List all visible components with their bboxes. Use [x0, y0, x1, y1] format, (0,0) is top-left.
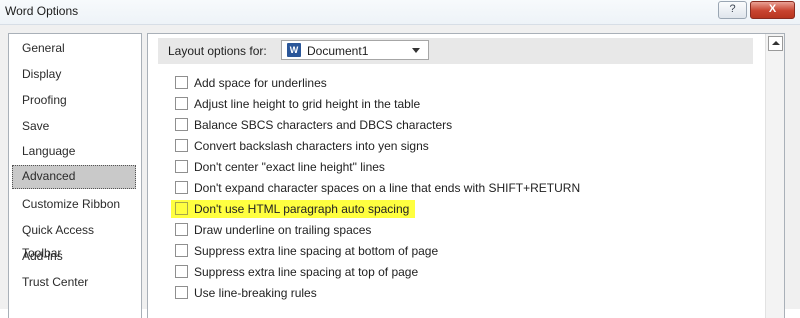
checkbox[interactable]	[175, 118, 188, 131]
sidebar-item-language[interactable]: Language	[12, 140, 136, 164]
sidebar-item-proofing[interactable]: Proofing	[12, 89, 136, 113]
checkbox[interactable]	[175, 244, 188, 257]
checkbox[interactable]	[175, 223, 188, 236]
option-dont-expand-character-spaces[interactable]: Don't expand character spaces on a line …	[175, 179, 580, 197]
checkbox[interactable]	[175, 76, 188, 89]
sidebar-item-add-ins[interactable]: Add-ins	[12, 245, 136, 269]
help-button[interactable]: ?	[718, 1, 747, 19]
sidebar-item-customize-ribbon[interactable]: Customize Ribbon	[12, 193, 136, 217]
window-title: Word Options	[5, 4, 79, 18]
options-sidebar: General Display Proofing Save Language A…	[8, 33, 142, 318]
sidebar-item-display[interactable]: Display	[12, 63, 136, 87]
sidebar-item-general[interactable]: General	[12, 37, 136, 61]
option-dont-center-exact-line-height[interactable]: Don't center "exact line height" lines	[175, 158, 385, 176]
document-name: Document1	[307, 44, 369, 58]
word-document-icon: W	[287, 43, 301, 57]
sidebar-item-quick-access-toolbar[interactable]: Quick Access Toolbar	[12, 219, 136, 260]
vertical-scrollbar[interactable]	[765, 34, 784, 318]
sidebar-item-advanced[interactable]: Advanced	[12, 165, 136, 189]
sidebar-item-save[interactable]: Save	[12, 115, 136, 139]
option-convert-backslash[interactable]: Convert backslash characters into yen si…	[175, 137, 429, 155]
option-use-line-breaking-rules[interactable]: Use line-breaking rules	[175, 284, 317, 302]
option-suppress-spacing-top[interactable]: Suppress extra line spacing at top of pa…	[175, 263, 418, 281]
chevron-down-icon	[412, 48, 420, 53]
checkbox[interactable]	[175, 160, 188, 173]
option-balance-sbcs-dbcs[interactable]: Balance SBCS characters and DBCS charact…	[175, 116, 452, 134]
option-suppress-spacing-bottom[interactable]: Suppress extra line spacing at bottom of…	[175, 242, 438, 260]
layout-options-label: Layout options for:	[168, 44, 267, 58]
option-draw-underline-trailing-spaces[interactable]: Draw underline on trailing spaces	[175, 221, 371, 239]
title-bar: Word Options ? X	[0, 0, 800, 25]
layout-options-header: Layout options for: W Document1	[158, 38, 753, 64]
checkbox[interactable]	[175, 181, 188, 194]
scroll-up-arrow-icon[interactable]	[768, 36, 783, 51]
option-dont-use-html-auto-spacing[interactable]: Don't use HTML paragraph auto spacing	[171, 200, 416, 218]
checkbox[interactable]	[175, 202, 188, 215]
advanced-options-panel: Layout options for: W Document1 Add spac…	[147, 33, 785, 318]
option-adjust-line-height[interactable]: Adjust line height to grid height in the…	[175, 95, 420, 113]
close-button[interactable]: X	[750, 1, 795, 19]
document-dropdown[interactable]: W Document1	[281, 40, 429, 60]
checkbox[interactable]	[175, 286, 188, 299]
checkbox[interactable]	[175, 139, 188, 152]
checkbox[interactable]	[175, 97, 188, 110]
dialog-body: General Display Proofing Save Language A…	[0, 25, 800, 318]
checkbox[interactable]	[175, 265, 188, 278]
sidebar-item-trust-center[interactable]: Trust Center	[12, 271, 136, 295]
option-add-space-underlines[interactable]: Add space for underlines	[175, 74, 327, 92]
